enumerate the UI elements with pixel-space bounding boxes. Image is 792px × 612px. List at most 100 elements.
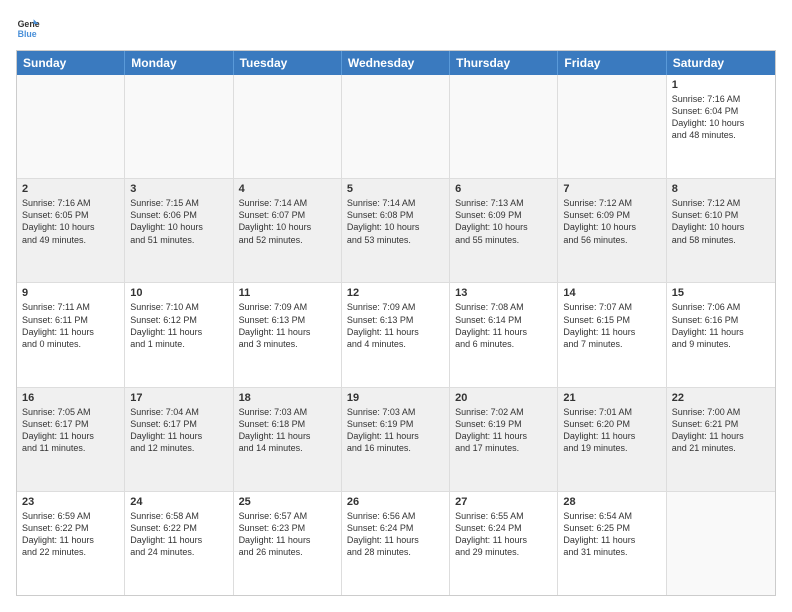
day-info: Sunrise: 7:16 AM Sunset: 6:04 PM Dayligh… — [672, 93, 770, 142]
header-day-thursday: Thursday — [450, 51, 558, 75]
week-row-0: 1 Sunrise: 7:16 AM Sunset: 6:04 PM Daylig… — [17, 75, 775, 179]
calendar: SundayMondayTuesdayWednesdayThursdayFrid… — [16, 50, 776, 596]
header-day-friday: Friday — [558, 51, 666, 75]
day-info: Sunrise: 6:54 AM Sunset: 6:25 PM Dayligh… — [563, 510, 660, 559]
day-info: Sunrise: 7:12 AM Sunset: 6:10 PM Dayligh… — [672, 197, 770, 246]
day-number: 12 — [347, 287, 444, 299]
day-number: 19 — [347, 392, 444, 404]
header: General Blue — [16, 16, 776, 40]
cal-cell: 16 Sunrise: 7:05 AM Sunset: 6:17 PM Dayli… — [17, 388, 125, 491]
header-day-wednesday: Wednesday — [342, 51, 450, 75]
day-info: Sunrise: 7:16 AM Sunset: 6:05 PM Dayligh… — [22, 197, 119, 246]
cal-cell: 7 Sunrise: 7:12 AM Sunset: 6:09 PM Daylig… — [558, 179, 666, 282]
day-number: 26 — [347, 496, 444, 508]
day-number: 7 — [563, 183, 660, 195]
cal-cell: 15 Sunrise: 7:06 AM Sunset: 6:16 PM Dayli… — [667, 283, 775, 386]
cal-cell: 22 Sunrise: 7:00 AM Sunset: 6:21 PM Dayli… — [667, 388, 775, 491]
cal-cell: 4 Sunrise: 7:14 AM Sunset: 6:07 PM Daylig… — [234, 179, 342, 282]
day-number: 15 — [672, 287, 770, 299]
cal-cell: 8 Sunrise: 7:12 AM Sunset: 6:10 PM Daylig… — [667, 179, 775, 282]
day-info: Sunrise: 7:03 AM Sunset: 6:19 PM Dayligh… — [347, 406, 444, 455]
cal-cell: 18 Sunrise: 7:03 AM Sunset: 6:18 PM Dayli… — [234, 388, 342, 491]
week-row-3: 16 Sunrise: 7:05 AM Sunset: 6:17 PM Dayli… — [17, 388, 775, 492]
day-info: Sunrise: 7:02 AM Sunset: 6:19 PM Dayligh… — [455, 406, 552, 455]
day-info: Sunrise: 7:08 AM Sunset: 6:14 PM Dayligh… — [455, 301, 552, 350]
day-info: Sunrise: 7:06 AM Sunset: 6:16 PM Dayligh… — [672, 301, 770, 350]
cal-cell: 14 Sunrise: 7:07 AM Sunset: 6:15 PM Dayli… — [558, 283, 666, 386]
cal-cell — [17, 75, 125, 178]
day-info: Sunrise: 7:12 AM Sunset: 6:09 PM Dayligh… — [563, 197, 660, 246]
day-info: Sunrise: 7:11 AM Sunset: 6:11 PM Dayligh… — [22, 301, 119, 350]
cal-cell — [234, 75, 342, 178]
day-info: Sunrise: 7:09 AM Sunset: 6:13 PM Dayligh… — [347, 301, 444, 350]
cal-cell — [558, 75, 666, 178]
cal-cell: 28 Sunrise: 6:54 AM Sunset: 6:25 PM Dayli… — [558, 492, 666, 595]
day-info: Sunrise: 7:10 AM Sunset: 6:12 PM Dayligh… — [130, 301, 227, 350]
cal-cell: 27Sunrise: 6:55 AM Sunset: 6:24 PM Dayli… — [450, 492, 558, 595]
cal-cell: 20 Sunrise: 7:02 AM Sunset: 6:19 PM Dayli… — [450, 388, 558, 491]
day-info: Sunrise: 7:03 AM Sunset: 6:18 PM Dayligh… — [239, 406, 336, 455]
day-number: 14 — [563, 287, 660, 299]
svg-text:Blue: Blue — [18, 29, 37, 39]
cal-cell: 1 Sunrise: 7:16 AM Sunset: 6:04 PM Daylig… — [667, 75, 775, 178]
week-row-2: 9 Sunrise: 7:11 AM Sunset: 6:11 PM Daylig… — [17, 283, 775, 387]
logo-icon: General Blue — [16, 16, 40, 40]
cal-cell: 21Sunrise: 7:01 AM Sunset: 6:20 PM Dayli… — [558, 388, 666, 491]
day-number: 24 — [130, 496, 227, 508]
day-info: Sunrise: 7:09 AM Sunset: 6:13 PM Dayligh… — [239, 301, 336, 350]
day-number: 8 — [672, 183, 770, 195]
cal-cell: 19 Sunrise: 7:03 AM Sunset: 6:19 PM Dayli… — [342, 388, 450, 491]
day-number: 28 — [563, 496, 660, 508]
cal-cell — [125, 75, 233, 178]
svg-text:General: General — [18, 19, 40, 29]
logo: General Blue — [16, 16, 44, 40]
day-info: Sunrise: 7:14 AM Sunset: 6:07 PM Dayligh… — [239, 197, 336, 246]
calendar-body: 1 Sunrise: 7:16 AM Sunset: 6:04 PM Daylig… — [17, 75, 775, 595]
cal-cell: 23Sunrise: 6:59 AM Sunset: 6:22 PM Dayli… — [17, 492, 125, 595]
day-number: 6 — [455, 183, 552, 195]
day-number: 17 — [130, 392, 227, 404]
day-number: 27 — [455, 496, 552, 508]
day-info: Sunrise: 6:57 AM Sunset: 6:23 PM Dayligh… — [239, 510, 336, 559]
day-info: Sunrise: 7:05 AM Sunset: 6:17 PM Dayligh… — [22, 406, 119, 455]
day-number: 11 — [239, 287, 336, 299]
day-number: 4 — [239, 183, 336, 195]
cal-cell: 24 Sunrise: 6:58 AM Sunset: 6:22 PM Dayli… — [125, 492, 233, 595]
day-number: 23 — [22, 496, 119, 508]
day-info: Sunrise: 7:14 AM Sunset: 6:08 PM Dayligh… — [347, 197, 444, 246]
cal-cell: 10 Sunrise: 7:10 AM Sunset: 6:12 PM Dayli… — [125, 283, 233, 386]
day-number: 3 — [130, 183, 227, 195]
day-info: Sunrise: 7:00 AM Sunset: 6:21 PM Dayligh… — [672, 406, 770, 455]
day-info: Sunrise: 6:58 AM Sunset: 6:22 PM Dayligh… — [130, 510, 227, 559]
day-number: 18 — [239, 392, 336, 404]
day-number: 5 — [347, 183, 444, 195]
cal-cell — [450, 75, 558, 178]
day-info: Sunrise: 7:07 AM Sunset: 6:15 PM Dayligh… — [563, 301, 660, 350]
day-number: 9 — [22, 287, 119, 299]
header-day-monday: Monday — [125, 51, 233, 75]
day-info: Sunrise: 7:13 AM Sunset: 6:09 PM Dayligh… — [455, 197, 552, 246]
header-day-saturday: Saturday — [667, 51, 775, 75]
cal-cell: 12 Sunrise: 7:09 AM Sunset: 6:13 PM Dayli… — [342, 283, 450, 386]
cal-cell: 9 Sunrise: 7:11 AM Sunset: 6:11 PM Daylig… — [17, 283, 125, 386]
cal-cell: 3 Sunrise: 7:15 AM Sunset: 6:06 PM Daylig… — [125, 179, 233, 282]
day-number: 20 — [455, 392, 552, 404]
cal-cell: 2 Sunrise: 7:16 AM Sunset: 6:05 PM Daylig… — [17, 179, 125, 282]
cal-cell — [667, 492, 775, 595]
cal-cell: 11 Sunrise: 7:09 AM Sunset: 6:13 PM Dayli… — [234, 283, 342, 386]
day-info: Sunrise: 7:01 AM Sunset: 6:20 PM Dayligh… — [563, 406, 660, 455]
calendar-header: SundayMondayTuesdayWednesdayThursdayFrid… — [17, 51, 775, 75]
page: General Blue SundayMondayTuesdayWednesda… — [0, 0, 792, 612]
day-number: 2 — [22, 183, 119, 195]
day-number: 22 — [672, 392, 770, 404]
day-number: 16 — [22, 392, 119, 404]
day-info: Sunrise: 7:15 AM Sunset: 6:06 PM Dayligh… — [130, 197, 227, 246]
day-number: 13 — [455, 287, 552, 299]
day-info: Sunrise: 6:56 AM Sunset: 6:24 PM Dayligh… — [347, 510, 444, 559]
day-number: 25 — [239, 496, 336, 508]
day-number: 10 — [130, 287, 227, 299]
week-row-1: 2 Sunrise: 7:16 AM Sunset: 6:05 PM Daylig… — [17, 179, 775, 283]
header-day-sunday: Sunday — [17, 51, 125, 75]
cal-cell: 6 Sunrise: 7:13 AM Sunset: 6:09 PM Daylig… — [450, 179, 558, 282]
day-number: 1 — [672, 79, 770, 91]
